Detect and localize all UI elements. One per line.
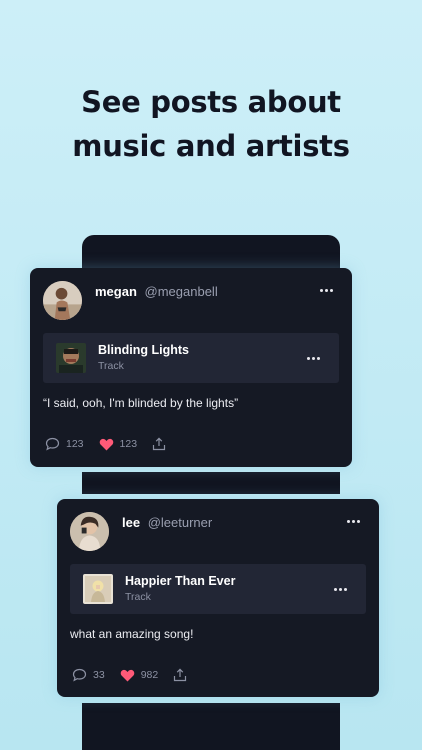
- track-type: Track: [98, 360, 124, 372]
- post-actions: 123 123: [45, 436, 187, 452]
- more-dots-icon[interactable]: [347, 514, 365, 528]
- post-card[interactable]: megan @meganbell Blinding Lights Track “…: [30, 268, 352, 467]
- comment-count: 33: [93, 669, 105, 681]
- share-icon: [174, 668, 187, 682]
- album-cover: [83, 574, 113, 604]
- headline-line-2: music and artists: [72, 129, 350, 163]
- track-type: Track: [125, 591, 151, 603]
- like-count: 123: [119, 438, 138, 450]
- share-button[interactable]: [152, 437, 172, 451]
- like-button[interactable]: 982: [120, 669, 159, 682]
- heart-icon: [120, 669, 134, 681]
- avatar[interactable]: [43, 281, 82, 320]
- comment-icon: [45, 437, 60, 451]
- comment-button[interactable]: 33: [72, 668, 105, 682]
- phone-frame-bottom: [82, 703, 340, 750]
- heart-icon: [99, 438, 113, 450]
- like-button[interactable]: 123: [99, 438, 138, 451]
- post-author: megan @meganbell: [95, 284, 218, 299]
- comment-icon: [72, 668, 87, 682]
- post-text: what an amazing song!: [70, 627, 194, 641]
- more-dots-icon[interactable]: [334, 582, 352, 596]
- post-card[interactable]: lee @leeturner Happier Than Ever Track w…: [57, 499, 379, 697]
- phone-frame-middle: [82, 472, 340, 494]
- album-cover: [56, 343, 86, 373]
- like-count: 982: [140, 669, 159, 681]
- track-title: Happier Than Ever: [125, 574, 236, 588]
- post-text: “I said, ooh, I'm blinded by the lights”: [43, 396, 239, 410]
- track-attachment[interactable]: Blinding Lights Track: [43, 333, 339, 383]
- post-actions: 33 982: [72, 667, 208, 683]
- more-dots-icon[interactable]: [307, 351, 325, 365]
- track-title: Blinding Lights: [98, 343, 189, 357]
- more-dots-icon[interactable]: [320, 283, 338, 297]
- headline: See posts about music and artists: [0, 80, 422, 168]
- user-name[interactable]: megan: [95, 284, 137, 299]
- user-handle: @meganbell: [144, 284, 218, 299]
- headline-line-1: See posts about: [81, 85, 341, 119]
- post-author: lee @leeturner: [122, 515, 212, 530]
- comment-count: 123: [66, 438, 84, 450]
- share-icon: [152, 437, 166, 451]
- user-handle: @leeturner: [147, 515, 213, 530]
- avatar[interactable]: [70, 512, 109, 551]
- share-button[interactable]: [173, 668, 193, 682]
- comment-button[interactable]: 123: [45, 437, 84, 451]
- track-attachment[interactable]: Happier Than Ever Track: [70, 564, 366, 614]
- user-name[interactable]: lee: [122, 515, 140, 530]
